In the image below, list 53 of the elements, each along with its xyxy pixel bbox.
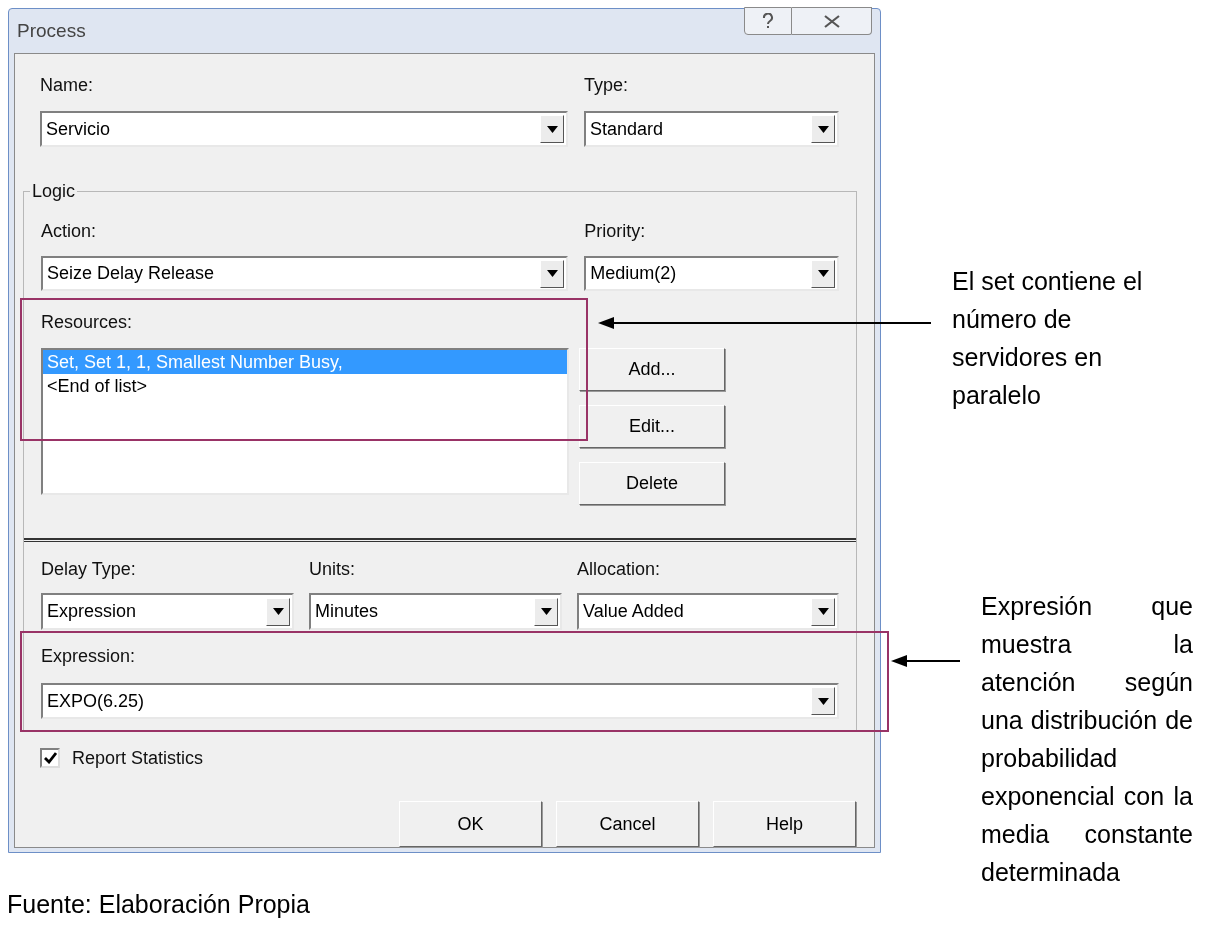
dropdown-button[interactable] (534, 597, 558, 626)
dropdown-button[interactable] (811, 115, 835, 143)
field-label: Units: (309, 558, 355, 581)
caret-icon (817, 697, 829, 705)
caret-icon (817, 270, 829, 277)
dropdown-field[interactable]: EXPO(6.25) (41, 683, 839, 719)
arrow (891, 654, 960, 668)
close-button[interactable] (792, 7, 872, 35)
dialog-button[interactable]: Help (713, 801, 856, 847)
annotation-text: Expresión que muestra la atención según una distribución de probabilidad exponencial con la media constante determinada (981, 591, 1193, 888)
dropdown-field[interactable]: Standard (584, 111, 839, 147)
caret-icon (817, 125, 829, 133)
caret-icon (272, 608, 284, 615)
dropdown-field[interactable]: Value Added (577, 593, 839, 630)
dropdown-button[interactable] (266, 597, 290, 626)
list-box[interactable]: Set, Set 1, 1, Smallest Number Busy, <End of list> (41, 348, 569, 495)
dropdown-button[interactable] (811, 597, 835, 626)
dropdown-field[interactable]: Seize Delay Release (41, 256, 569, 291)
dialog-button[interactable]: Edit... (579, 405, 725, 448)
field-label: Name: (40, 74, 93, 97)
dropdown-field[interactable]: Medium(2) (584, 256, 839, 291)
checkmark-icon (43, 752, 57, 764)
caret-icon (817, 608, 829, 615)
window-title: Process (17, 19, 87, 43)
caption: Fuente: Elaboración Propia (7, 889, 310, 920)
field-label: Allocation: (577, 558, 661, 581)
dropdown-button[interactable] (811, 687, 835, 715)
dropdown-field[interactable]: Servicio (40, 111, 568, 147)
field-label: Action: (41, 220, 97, 243)
caret-icon (540, 608, 552, 615)
dropdown-field[interactable]: Minutes (309, 593, 562, 630)
checkbox[interactable] (40, 748, 60, 768)
close-icon (822, 14, 841, 28)
caret-icon (546, 270, 558, 277)
field-label: Priority: (584, 220, 646, 243)
dialog-button[interactable]: Cancel (556, 801, 699, 847)
checkbox-label: Report Statistics (72, 746, 204, 770)
dialog-button[interactable]: Add... (579, 348, 725, 391)
caret-icon (546, 125, 558, 133)
list-item[interactable]: <End of list> (43, 374, 567, 398)
dropdown-button[interactable] (811, 259, 835, 288)
dropdown-button[interactable] (540, 115, 564, 143)
field-label: Resources: (41, 311, 133, 334)
annotation-text: El set contiene el número de servidores en paralelo (952, 266, 1144, 411)
help-icon (762, 13, 774, 29)
help-button[interactable] (744, 7, 792, 35)
dialog-button[interactable]: Delete (579, 462, 725, 505)
field-label: Delay Type: (41, 558, 136, 581)
dialog-button[interactable]: OK (399, 801, 542, 847)
dropdown-button[interactable] (540, 259, 565, 288)
field-label: Expression: (41, 645, 136, 668)
dropdown-field[interactable]: Expression (41, 593, 294, 630)
field-label: Type: (584, 74, 629, 97)
